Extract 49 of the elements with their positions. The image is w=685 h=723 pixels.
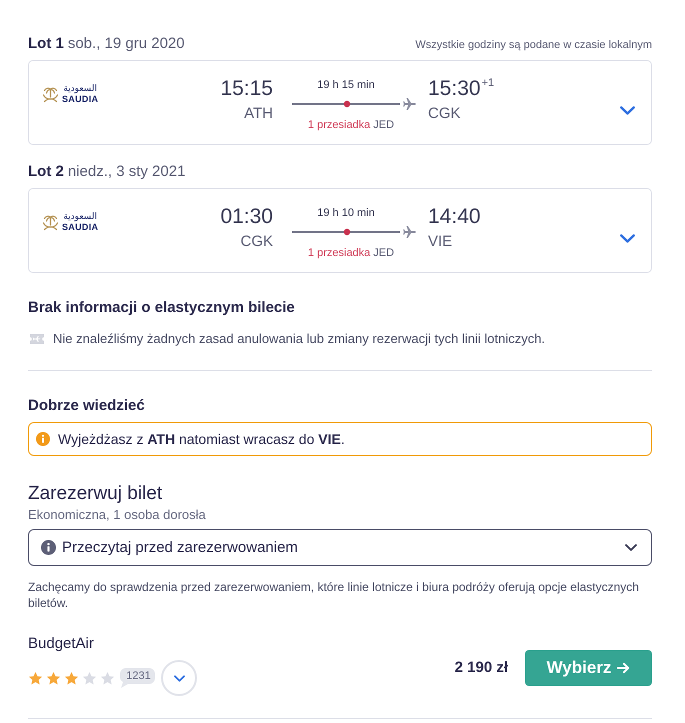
timezone-note: Wszystkie godziny są podane w czasie lokalnym bbox=[415, 38, 652, 53]
review-count-bubble: 1231 bbox=[120, 668, 155, 688]
departure-airport: ATH bbox=[244, 105, 273, 123]
airline-name: SAUDIA bbox=[62, 222, 98, 232]
section-title: Brak informacji o elastycznym bilecie bbox=[28, 298, 295, 318]
flight-label: Lot 1 bbox=[28, 34, 64, 54]
booking-note: Zachęcamy do sprawdzenia przed zarezerwowaniem, które linie lotnicze i biura podróży oferują opcje elastycznych biletów. bbox=[28, 579, 640, 611]
flight-date: niedz., 3 sty 2021 bbox=[68, 162, 186, 182]
stop-count: 1 przesiadka bbox=[308, 246, 370, 260]
day-offset: +1 bbox=[482, 76, 494, 90]
stop-airport: JED bbox=[373, 118, 394, 132]
warning-text: Wyjeżdżasz z ATH natomiast wracasz do VIE. bbox=[58, 430, 345, 448]
palm-emblem-icon bbox=[42, 86, 59, 103]
departure-time: 15:15 bbox=[220, 76, 273, 102]
arrow-right-icon bbox=[617, 662, 630, 674]
plane-icon bbox=[403, 226, 416, 238]
stop-count: 1 przesiadka bbox=[308, 118, 370, 132]
star-icon bbox=[28, 670, 43, 686]
departure-time: 01:30 bbox=[220, 204, 273, 230]
star-icon bbox=[46, 670, 61, 686]
booking-subtitle: Ekonomiczna, 1 osoba dorosła bbox=[28, 507, 206, 523]
read-before-booking-dropdown[interactable]: Przeczytaj przed zarezerwowaniem bbox=[28, 529, 652, 566]
star-icon bbox=[64, 670, 79, 686]
stop-airport: JED bbox=[373, 246, 394, 260]
palm-emblem-icon bbox=[42, 214, 59, 231]
info-icon bbox=[36, 432, 50, 446]
arrival-airport: CGK bbox=[428, 105, 461, 123]
info-icon bbox=[41, 540, 56, 555]
arrival-time: 14:40 bbox=[428, 204, 481, 230]
flight-label: Lot 2 bbox=[28, 162, 64, 182]
provider-name: BudgetAir bbox=[28, 634, 94, 654]
flight-date: sob., 19 gru 2020 bbox=[68, 34, 185, 54]
ticket-icon bbox=[29, 333, 45, 345]
airline-name-arabic: السعودية bbox=[63, 85, 97, 94]
section-title: Dobrze wiedzieć bbox=[28, 396, 145, 416]
star-icon bbox=[82, 670, 97, 686]
flight-duration: 19 h 10 min bbox=[317, 206, 375, 220]
star-icon bbox=[100, 670, 115, 686]
chevron-icon bbox=[174, 674, 184, 682]
info-text: Nie znaleźliśmy żadnych zasad anulowania lub zmiany rezerwacji tych linii lotniczych. bbox=[53, 330, 546, 348]
plane-icon bbox=[403, 98, 416, 110]
airline-name-arabic: السعودية bbox=[63, 213, 97, 222]
departure-airport: CGK bbox=[240, 233, 273, 251]
flight-duration: 19 h 15 min bbox=[317, 78, 375, 92]
arrival-airport: VIE bbox=[428, 233, 452, 251]
airline-name: SAUDIA bbox=[62, 94, 98, 104]
booking-title: Zarezerwuj bilet bbox=[28, 482, 162, 506]
price: 2 190 zł bbox=[454, 658, 508, 678]
arrival-time: 15:30 bbox=[428, 76, 481, 102]
